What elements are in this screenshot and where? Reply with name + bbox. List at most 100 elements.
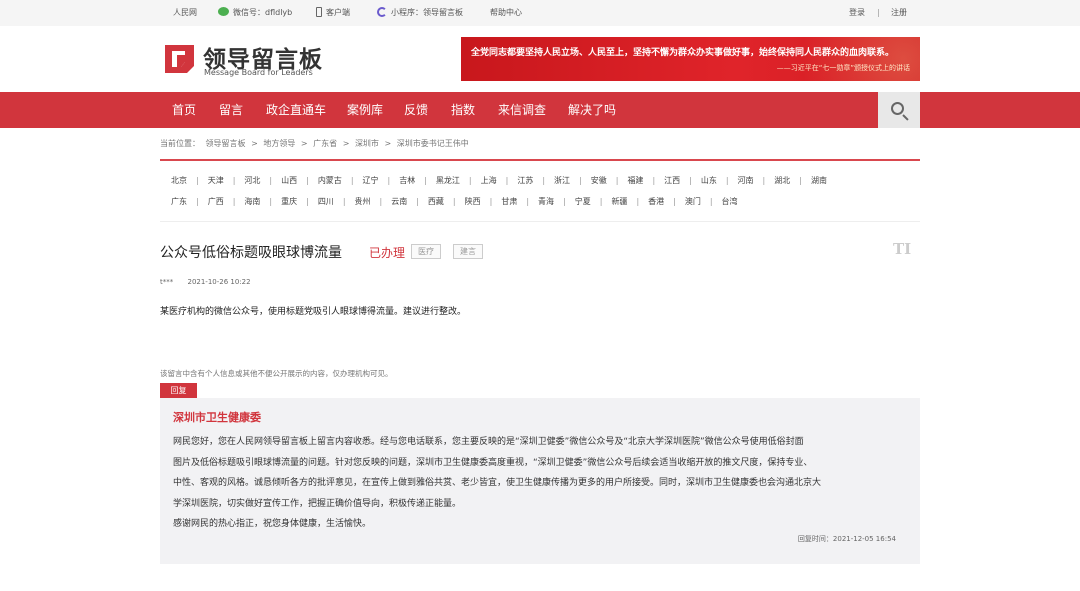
province-link[interactable]: 广西 bbox=[208, 196, 224, 207]
phone-icon bbox=[316, 6, 322, 17]
province-link[interactable]: 黑龙江 bbox=[436, 175, 460, 186]
province-link[interactable]: 新疆 bbox=[611, 196, 627, 207]
client-label: 客户端 bbox=[326, 8, 350, 17]
province-separator: | bbox=[468, 176, 472, 185]
reply-line: 感谢网民的热心指正，祝您身体健康，生活愉快。 bbox=[173, 519, 372, 529]
breadcrumb-item[interactable]: 领导留言板 bbox=[206, 139, 246, 148]
province-link[interactable]: 青海 bbox=[538, 196, 554, 207]
province-link[interactable]: 贵州 bbox=[355, 196, 371, 207]
province-link[interactable]: 西藏 bbox=[428, 196, 444, 207]
top-utility-bar: 人民网 微信号：dfldlyb 客户端 小程序：领导留言板 帮助中心 登录 | … bbox=[0, 0, 1080, 26]
nav-item-survey[interactable]: 来信调查 bbox=[498, 92, 546, 128]
province-separator: | bbox=[563, 197, 566, 206]
main-nav: 首页 留言 政企直通车 案例库 反馈 指数 来信调查 解决了吗 bbox=[0, 92, 1080, 128]
province-link[interactable]: 甘肃 bbox=[501, 196, 517, 207]
breadcrumb: 当前位置： 领导留言板 > 地方领导 > 广东省 > 深圳市 > 深圳市委书记王… bbox=[160, 138, 920, 152]
nav-item-solved[interactable]: 解决了吗 bbox=[568, 92, 616, 128]
logo-subtitle: Message Board for Leaders bbox=[204, 68, 313, 77]
register-link[interactable]: 注册 bbox=[891, 0, 907, 26]
province-separator: | bbox=[306, 197, 309, 206]
reply-time: 回复时间：2021-12-05 16:54 bbox=[797, 535, 896, 543]
province-row-1: 北京 | 天津 | 河北 | 山西 | 内蒙古 | 辽宁 | 吉林 | 黑龙江 | 上海 | 江苏 | 浙江 | 安徽 | 福建… bbox=[171, 175, 827, 189]
province-separator: | bbox=[306, 176, 309, 185]
wechat-icon bbox=[218, 7, 229, 16]
province-link[interactable]: 上海 bbox=[481, 175, 497, 186]
province-link[interactable]: 台湾 bbox=[722, 196, 738, 207]
nav-item-message[interactable]: 留言 bbox=[219, 92, 243, 128]
nav-item-cases[interactable]: 案例库 bbox=[347, 92, 383, 128]
banner-quote: 全党同志都要坚持人民立场、人民至上，坚持不懈为群众办实事做好事，始终保持同人民群… bbox=[471, 48, 895, 58]
logo-icon[interactable] bbox=[163, 42, 196, 75]
type-tag[interactable]: 建言 bbox=[453, 244, 483, 259]
province-link[interactable]: 山东 bbox=[701, 175, 717, 186]
reply-line: 网民您好，您在人民网领导留言板上留言内容收悉。经与您电话联系，您主要反映的是“深… bbox=[173, 437, 804, 447]
province-link[interactable]: 福建 bbox=[627, 175, 643, 186]
breadcrumb-separator: > bbox=[342, 139, 350, 148]
nav-item-index[interactable]: 指数 bbox=[451, 92, 475, 128]
post-time: 2021-10-26 10:22 bbox=[187, 278, 251, 286]
wechat-link[interactable]: 微信号：dfldlyb bbox=[218, 0, 292, 26]
province-separator: | bbox=[615, 176, 619, 185]
breadcrumb-separator: > bbox=[251, 139, 258, 148]
province-separator: | bbox=[799, 176, 802, 185]
post-meta: t*** 2021-10-26 10:22 bbox=[160, 278, 263, 286]
reply-line: 中性、客观的风格。诚恳倾听各方的批评意见，在宣传上做到雅俗共赏、老少皆宜，使卫生… bbox=[173, 478, 822, 488]
miniprogram-link[interactable]: 小程序：领导留言板 bbox=[377, 0, 463, 26]
province-link[interactable]: 浙江 bbox=[554, 175, 570, 186]
nav-item-home[interactable]: 首页 bbox=[172, 92, 196, 128]
province-link[interactable]: 安徽 bbox=[591, 175, 607, 186]
font-size-icon[interactable]: TI bbox=[893, 240, 911, 258]
province-separator: | bbox=[636, 197, 640, 206]
province-link[interactable]: 河南 bbox=[738, 175, 754, 186]
province-link[interactable]: 陕西 bbox=[465, 196, 481, 207]
province-link[interactable]: 重庆 bbox=[281, 196, 297, 207]
site-link[interactable]: 人民网 bbox=[173, 0, 197, 26]
province-separator: | bbox=[379, 197, 383, 206]
nav-item-feedback[interactable]: 反馈 bbox=[404, 92, 428, 128]
banner-source: ——习近平在“七一勋章”颁授仪式上的讲话 bbox=[776, 64, 910, 72]
province-link[interactable]: 河北 bbox=[244, 175, 260, 186]
province-link[interactable]: 海南 bbox=[244, 196, 260, 207]
province-link[interactable]: 宁夏 bbox=[575, 196, 591, 207]
post-author: t*** bbox=[160, 278, 174, 286]
province-row-2: 广东 | 广西 | 海南 | 重庆 | 四川 | 贵州 | 云南 | 西藏 | 陕西 | 甘肃 | 青海 | 宁夏 | 新疆 | 香… bbox=[171, 196, 738, 210]
province-link[interactable]: 北京 bbox=[171, 175, 187, 186]
category-tag[interactable]: 医疗 bbox=[411, 244, 441, 259]
province-link[interactable]: 内蒙古 bbox=[318, 175, 342, 186]
province-link[interactable]: 辽宁 bbox=[363, 175, 379, 186]
province-link[interactable]: 江西 bbox=[664, 175, 680, 186]
reply-label: 回复 bbox=[160, 383, 197, 398]
province-separator: | bbox=[652, 176, 656, 185]
breadcrumb-item[interactable]: 深圳市 bbox=[355, 139, 379, 148]
breadcrumb-item[interactable]: 广东省 bbox=[313, 139, 337, 148]
province-separator: | bbox=[505, 176, 509, 185]
province-link[interactable]: 云南 bbox=[391, 196, 407, 207]
post-title: 公众号低俗标题吸眼球博流量 bbox=[160, 245, 342, 261]
province-separator: | bbox=[196, 176, 199, 185]
province-link[interactable]: 江苏 bbox=[517, 175, 533, 186]
breadcrumb-item[interactable]: 深圳市委书记王伟中 bbox=[397, 139, 469, 148]
province-link[interactable]: 吉林 bbox=[399, 175, 415, 186]
nav-item-enterprise[interactable]: 政企直通车 bbox=[266, 92, 326, 128]
province-link[interactable]: 天津 bbox=[208, 175, 224, 186]
province-link[interactable]: 湖南 bbox=[811, 175, 827, 186]
province-separator: | bbox=[387, 176, 391, 185]
province-separator: | bbox=[526, 197, 530, 206]
breadcrumb-prefix: 当前位置： bbox=[160, 139, 200, 148]
login-register-separator: | bbox=[877, 8, 880, 17]
province-filter: 北京 | 天津 | 河北 | 山西 | 内蒙古 | 辽宁 | 吉林 | 黑龙江 | 上海 | 江苏 | 浙江 | 安徽 | 福建… bbox=[160, 168, 920, 222]
province-link[interactable]: 山西 bbox=[281, 175, 297, 186]
province-link[interactable]: 香港 bbox=[648, 196, 664, 207]
login-link[interactable]: 登录 bbox=[849, 0, 865, 26]
province-link[interactable]: 湖北 bbox=[774, 175, 790, 186]
province-link[interactable]: 四川 bbox=[318, 196, 334, 207]
province-link[interactable]: 广东 bbox=[171, 196, 187, 207]
breadcrumb-item[interactable]: 地方领导 bbox=[263, 139, 295, 148]
province-separator: | bbox=[269, 197, 273, 206]
search-icon bbox=[891, 102, 904, 115]
help-link[interactable]: 帮助中心 bbox=[490, 0, 522, 26]
province-link[interactable]: 澳门 bbox=[685, 196, 701, 207]
search-button[interactable] bbox=[878, 92, 920, 128]
client-link[interactable]: 客户端 bbox=[316, 0, 350, 26]
slogan-banner[interactable]: 全党同志都要坚持人民立场、人民至上，坚持不懈为群众办实事做好事，始终保持同人民群… bbox=[461, 37, 920, 81]
